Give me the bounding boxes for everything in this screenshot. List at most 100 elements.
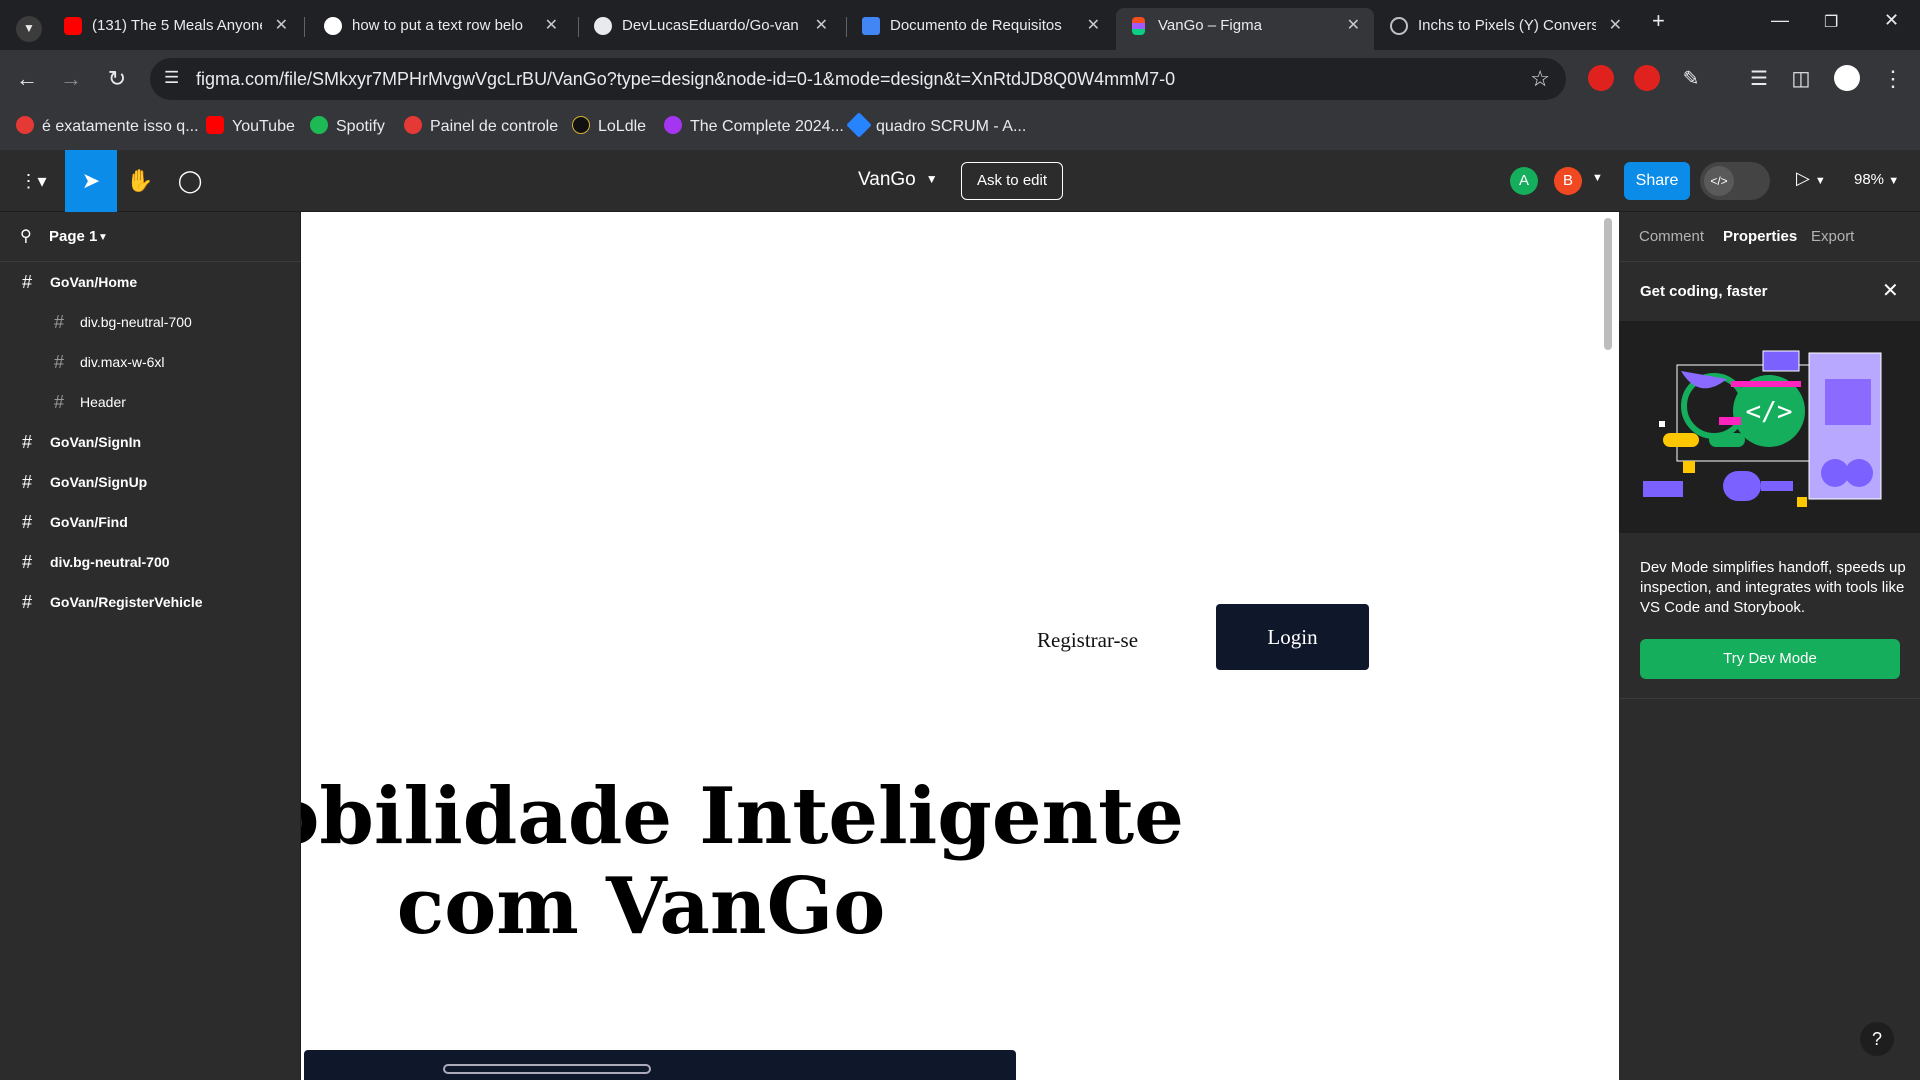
minimize-icon[interactable]: — — [1771, 10, 1789, 31]
illustration-graphic: </> — [1643, 350, 1882, 507]
zoom-menu[interactable]: 98% ▼ — [1854, 171, 1899, 188]
page-selector[interactable]: ⚲ Page 1 ▼ — [0, 212, 301, 262]
close-icon[interactable]: ✕ — [275, 15, 288, 35]
tab-search-button[interactable]: ▼ — [0, 8, 50, 42]
present-play-icon[interactable]: ▷ ▼ — [1796, 168, 1826, 189]
panel-tabs: Comment Properties Export — [1619, 212, 1920, 262]
frame-icon: # — [54, 352, 65, 372]
chevron-down-icon[interactable]: ▼ — [1592, 172, 1603, 184]
search-section — [304, 1050, 1016, 1080]
frame-icon: # — [54, 392, 65, 412]
extension-adblock-icon[interactable] — [1588, 65, 1614, 91]
dev-mode-toggle[interactable]: </> — [1700, 162, 1770, 200]
svg-text:</>: </> — [1746, 397, 1793, 427]
course-icon — [664, 116, 682, 134]
bookmark-item[interactable]: Spotify — [310, 116, 385, 138]
figma-main-menu-icon[interactable]: ⋮▾ — [8, 150, 58, 212]
youtube-icon — [206, 116, 224, 134]
chevron-down-icon: ▼ — [1888, 175, 1900, 187]
tab-inch-converter[interactable]: Inchs to Pixels (Y) Conversi ✕ — [1376, 8, 1636, 42]
spotify-icon — [310, 116, 328, 134]
url-text[interactable]: figma.com/file/SMkxyr7MPHrMvgwVgcLrBU/Va… — [196, 69, 1175, 90]
frame-icon: # — [22, 472, 33, 492]
tab-properties[interactable]: Properties — [1723, 228, 1797, 245]
new-tab-button[interactable]: + — [1652, 8, 1665, 34]
dev-mode-illustration: </> — [1619, 321, 1920, 533]
tab-comment[interactable]: Comment — [1639, 228, 1704, 245]
frame-icon: # — [22, 512, 33, 532]
bookmark-star-icon[interactable]: ☆ — [1530, 66, 1550, 92]
bookmark-item[interactable]: The Complete 2024... — [664, 116, 844, 138]
hand-tool-icon[interactable]: ✋ — [114, 150, 166, 212]
close-icon[interactable]: ✕ — [1087, 15, 1100, 35]
login-button[interactable]: Login — [1216, 604, 1369, 670]
bookmark-item[interactable]: Painel de controle — [404, 116, 558, 138]
bookmark-item[interactable]: YouTube — [206, 116, 295, 138]
frame-icon: # — [22, 552, 33, 572]
browser-tab-strip: ▼ (131) The 5 Meals Anyone ✕ how to put … — [0, 0, 1920, 50]
layer-item[interactable]: # GoVan/Find — [0, 502, 300, 542]
restore-icon[interactable]: ❐ — [1824, 12, 1838, 32]
window-close-icon[interactable]: ✕ — [1884, 10, 1899, 31]
search-field[interactable] — [443, 1064, 651, 1074]
forward-arrow-icon[interactable]: → — [56, 64, 86, 94]
bookmarks-bar: é exatamente isso q... YouTube Spotify P… — [0, 108, 1920, 150]
close-icon[interactable]: ✕ — [1347, 15, 1360, 35]
extensions-puzzle-icon[interactable]: ✎ — [1676, 64, 1706, 94]
hero-line: com VanGo — [396, 861, 886, 952]
canvas-scrollbar[interactable] — [1604, 218, 1612, 350]
search-icon[interactable]: ⚲ — [20, 226, 32, 246]
close-icon[interactable]: ✕ — [1609, 15, 1622, 35]
bookmark-item[interactable]: quadro SCRUM - A... — [846, 112, 1026, 138]
close-icon[interactable]: ✕ — [545, 15, 558, 35]
profile-avatar[interactable] — [1834, 65, 1860, 91]
share-button[interactable]: Share — [1624, 162, 1690, 200]
site-info-icon[interactable]: ☰ — [164, 68, 179, 88]
file-name-menu[interactable]: VanGo ▼ — [858, 169, 938, 191]
reload-icon[interactable]: ↻ — [102, 64, 132, 94]
bookmark-favicon-icon — [16, 116, 34, 134]
tab-google-search[interactable]: how to put a text row belo ✕ — [310, 8, 572, 42]
bookmark-item[interactable]: é exatamente isso q... — [16, 116, 199, 138]
page-name[interactable]: Page 1 — [49, 228, 97, 245]
layers-panel: ⚲ Page 1 ▼ # GoVan/Home # div.bg-neutral… — [0, 212, 301, 1080]
media-control-icon[interactable]: ☰ — [1744, 64, 1774, 94]
avatar[interactable]: B — [1554, 167, 1582, 195]
close-icon[interactable]: ✕ — [1882, 278, 1899, 303]
layer-item[interactable]: # GoVan/RegisterVehicle — [0, 582, 300, 622]
side-panel-icon[interactable]: ◫ — [1786, 64, 1816, 94]
tab-figma[interactable]: VanGo – Figma ✕ — [1116, 8, 1374, 50]
back-arrow-icon[interactable]: ← — [12, 64, 42, 94]
browser-menu-icon[interactable]: ⋮ — [1878, 64, 1908, 94]
properties-panel: Comment Properties Export Get coding, fa… — [1619, 212, 1920, 1080]
layer-item[interactable]: # GoVan/Home — [0, 262, 300, 302]
try-dev-mode-button[interactable]: Try Dev Mode — [1640, 639, 1900, 679]
tab-export[interactable]: Export — [1811, 228, 1854, 245]
tab-youtube[interactable]: (131) The 5 Meals Anyone ✕ — [50, 8, 302, 42]
code-icon: </> — [1704, 166, 1734, 196]
comment-tool-icon[interactable]: ◯ — [164, 150, 216, 212]
ask-to-edit-button[interactable]: Ask to edit — [961, 162, 1063, 200]
layer-item[interactable]: # GoVan/SignIn — [0, 422, 300, 462]
design-canvas[interactable]: Registrar-se Login Mobilidade Inteligent… — [301, 212, 1619, 1080]
layer-item[interactable]: # div.bg-neutral-700 — [0, 302, 300, 342]
move-tool-icon[interactable]: ➤ — [65, 150, 117, 212]
extension-red-icon[interactable] — [1634, 65, 1660, 91]
tab-docs[interactable]: Documento de Requisitos ✕ — [848, 8, 1114, 42]
tab-github[interactable]: DevLucasEduardo/Go-van ✕ — [580, 8, 842, 42]
register-link[interactable]: Registrar-se — [1037, 628, 1138, 653]
frame-icon: # — [22, 432, 33, 452]
address-bar[interactable]: ☰ figma.com/file/SMkxyr7MPHrMvgwVgcLrBU/… — [150, 58, 1566, 100]
divider — [1619, 698, 1920, 699]
layer-item[interactable]: # div.bg-neutral-700 — [0, 542, 300, 582]
help-icon[interactable]: ? — [1860, 1022, 1894, 1056]
layer-item[interactable]: # Header — [0, 382, 300, 422]
close-icon[interactable]: ✕ — [815, 15, 828, 35]
bookmark-item[interactable]: LoLdle — [572, 116, 646, 138]
browser-toolbar: ← → ↻ ☰ figma.com/file/SMkxyr7MPHrMvgwVg… — [0, 50, 1920, 108]
frame-icon: # — [22, 272, 33, 292]
avatar[interactable]: A — [1510, 167, 1538, 195]
docs-icon — [862, 17, 880, 35]
layer-item[interactable]: # div.max-w-6xl — [0, 342, 300, 382]
layer-item[interactable]: # GoVan/SignUp — [0, 462, 300, 502]
